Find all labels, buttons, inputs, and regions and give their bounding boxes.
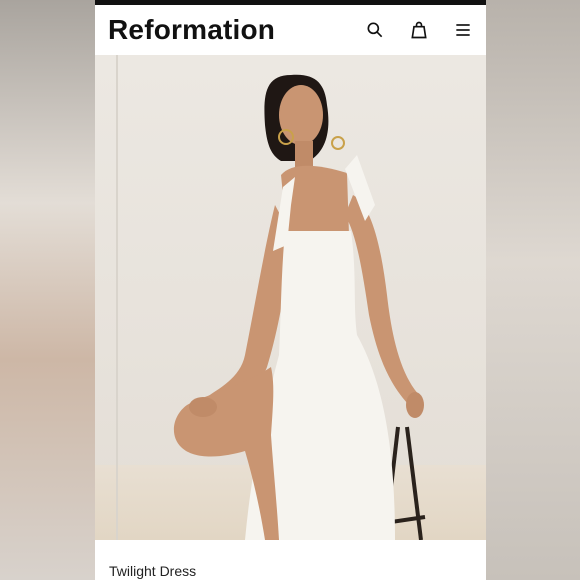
brand-logo[interactable]: Reformation: [108, 14, 275, 46]
blurred-background-right: [485, 0, 580, 580]
shopping-bag-icon[interactable]: [408, 19, 430, 41]
blurred-background-left: [0, 0, 95, 580]
model-illustration: [173, 74, 426, 540]
menu-icon[interactable]: [452, 19, 474, 41]
header-actions: [342, 19, 474, 41]
mobile-screen: Reformation Twilight Dress: [95, 0, 486, 580]
product-title[interactable]: Twilight Dress: [109, 563, 196, 579]
search-icon[interactable]: [364, 19, 386, 41]
site-header: Reformation: [95, 5, 486, 55]
product-image[interactable]: [95, 55, 486, 540]
